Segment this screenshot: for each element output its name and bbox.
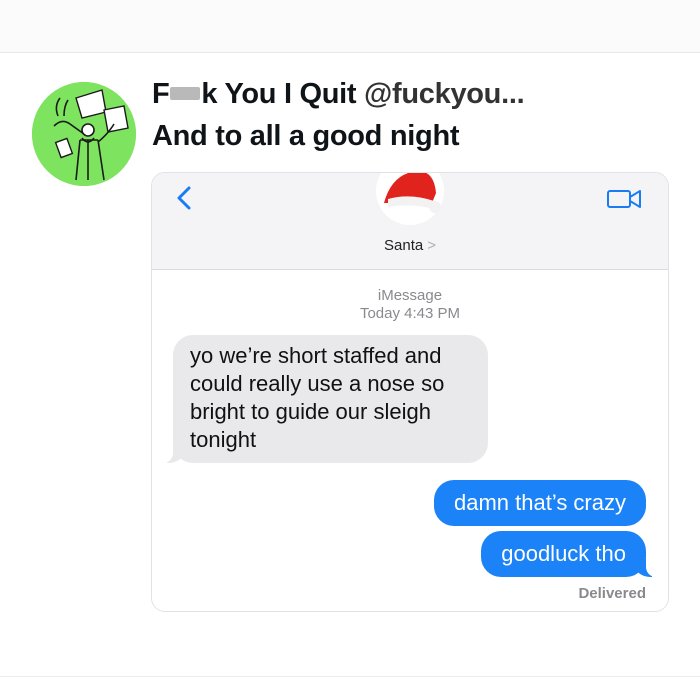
message-outgoing[interactable]: damn that’s crazy [433, 480, 646, 526]
tweet-text: And to all a good night [152, 120, 460, 152]
service-label: iMessage [377, 287, 443, 304]
previous-tweet-fragment [0, 0, 700, 52]
santa-hat-icon [376, 173, 444, 225]
delivery-status: Delivered [578, 585, 646, 602]
imessage-header: Santa > [152, 173, 668, 270]
tweet-author-line: Fk You I Quit @fuckyou... [152, 78, 525, 111]
message-text: damn that’s crazy [453, 490, 626, 515]
chevron-right-icon: > [427, 237, 436, 254]
conversation-meta: iMessage Today 4:43 PM [152, 287, 668, 323]
author-name-start[interactable]: F [152, 78, 170, 110]
author-name-end[interactable]: k You I Quit [201, 78, 356, 110]
message-text: yo we’re short staffed and could really … [190, 343, 445, 452]
censor-block [170, 86, 201, 100]
quitting-man-illustration [32, 82, 136, 186]
contact-name[interactable]: Santa > [152, 237, 668, 254]
video-camera-icon[interactable] [606, 187, 642, 211]
contact-name-label: Santa [384, 237, 424, 254]
chevron-left-icon[interactable] [172, 185, 198, 211]
embedded-screenshot-card[interactable]: Santa > iMessage Today 4:43 PM yo we’re s… [151, 172, 669, 612]
message-incoming[interactable]: yo we’re short staffed and could really … [163, 335, 488, 463]
tweet-divider [0, 52, 700, 53]
timestamp: Today 4:43 PM [359, 305, 461, 322]
author-handle[interactable]: @fuckyou... [364, 78, 525, 110]
profile-avatar[interactable] [32, 82, 136, 186]
message-outgoing[interactable]: goodluck tho [481, 531, 656, 577]
message-text: goodluck tho [501, 541, 626, 566]
bottom-divider [0, 676, 700, 677]
